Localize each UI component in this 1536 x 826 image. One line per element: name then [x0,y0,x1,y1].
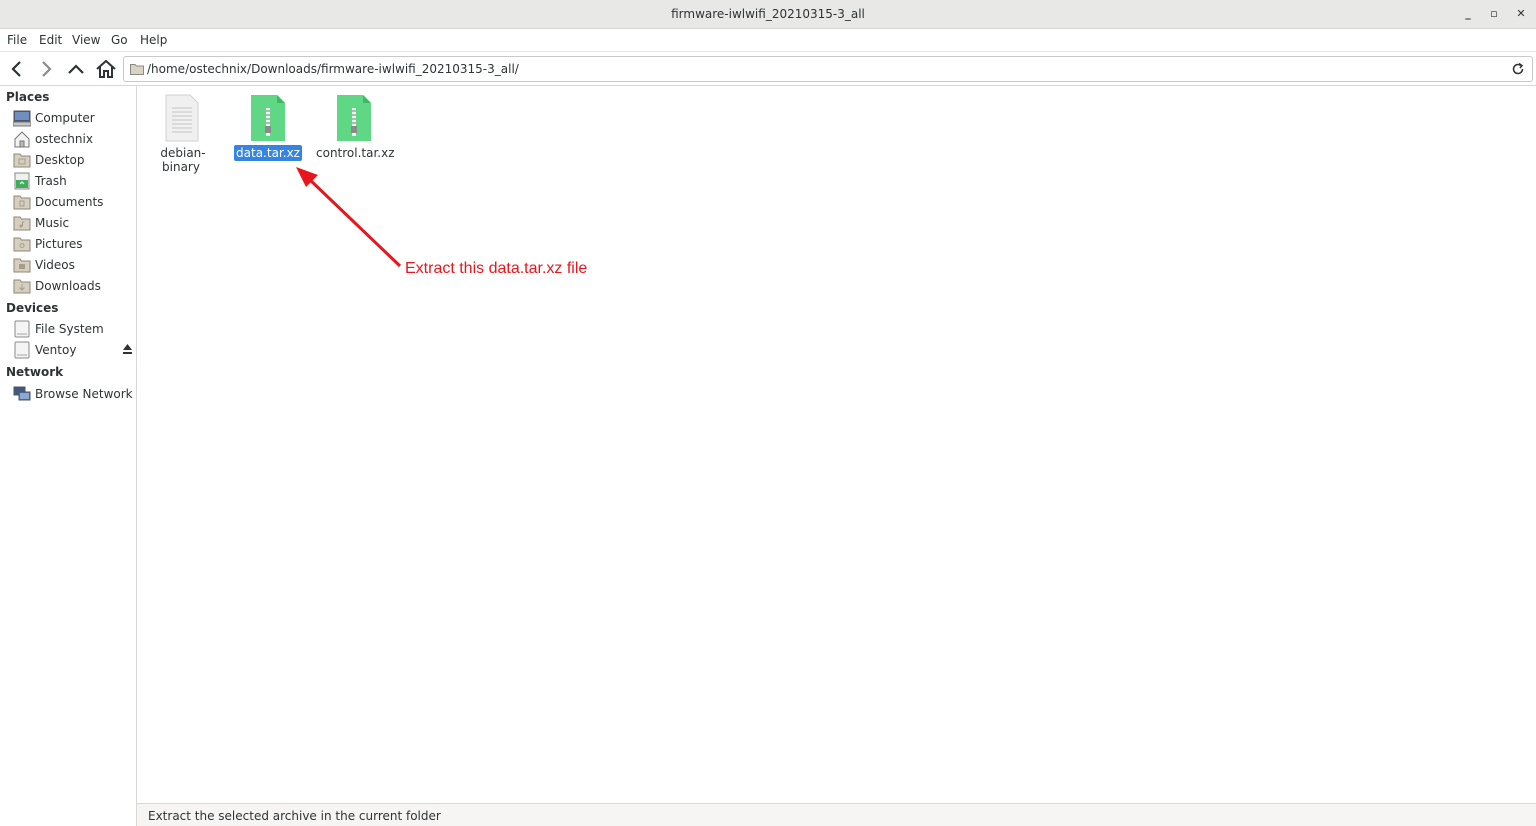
title-bar: firmware-iwlwifi_20210315-3_all _ ▫ ✕ [0,0,1536,29]
home-icon [96,59,116,78]
videos-folder-icon [13,258,31,273]
archive-icon [337,95,371,141]
annotation-callout: Extract this data.tar.xz file [405,260,588,277]
places-header: Places [6,90,50,104]
sidebar-item-downloads[interactable]: Downloads [13,276,135,296]
sidebar-item-music[interactable]: Music [13,213,135,233]
status-bar: Extract the selected archive in the curr… [137,803,1536,826]
file-item-debian-binary[interactable]: debian-binary [142,94,222,174]
sidebar-item-label: Documents [35,195,104,209]
text-file-icon [165,94,199,142]
drive-icon [14,320,30,338]
sidebar-item-label: Computer [35,111,95,125]
folder-icon [130,64,144,75]
menu-file[interactable]: File [7,33,27,47]
home-icon [14,131,30,148]
location-bar[interactable]: /home/ostechnix/Downloads/firmware-iwlwi… [123,56,1533,82]
toolbar: /home/ostechnix/Downloads/firmware-iwlwi… [0,52,1536,86]
file-name: debian-binary [160,146,206,174]
sidebar-item-documents[interactable]: Documents [13,192,135,212]
sidebar-item-label: Desktop [35,153,85,167]
sidebar-item-label: Trash [35,174,67,188]
sidebar-item-label: Browse Network [35,387,133,401]
file-item-data-tar-xz[interactable]: data.tar.xz [228,94,308,164]
menu-edit[interactable]: Edit [39,33,62,47]
sidebar-item-file-system[interactable]: File System [13,319,135,339]
file-name: control.tar.xz [316,146,395,160]
archive-icon [251,95,285,141]
sidebar-item-trash[interactable]: Trash [13,171,135,191]
status-text: Extract the selected archive in the curr… [148,809,441,823]
computer-icon [13,110,31,127]
sidebar: Places Computer ostechnix Desktop Trash … [0,86,137,826]
sidebar-item-label: File System [35,322,104,336]
menu-go[interactable]: Go [111,33,128,47]
documents-folder-icon [13,195,31,210]
sidebar-item-label: Ventoy [35,343,77,357]
maximize-button[interactable]: ▫ [1484,5,1504,23]
menu-bar: File Edit View Go Help [0,29,1536,52]
drive-icon [14,341,30,359]
forward-button[interactable] [34,57,58,81]
location-path: /home/ostechnix/Downloads/firmware-iwlwi… [147,62,519,76]
home-button[interactable] [94,57,118,81]
network-icon [13,386,31,401]
pictures-folder-icon [13,237,31,252]
devices-header: Devices [6,301,59,315]
menu-help[interactable]: Help [140,33,167,47]
sidebar-item-ostechnix[interactable]: ostechnix [13,129,135,149]
trash-icon [14,172,30,190]
sidebar-item-videos[interactable]: Videos [13,255,135,275]
sidebar-item-label: Downloads [35,279,101,293]
file-view[interactable]: debian-binary data.tar.xz control.tar.xz [137,86,1536,803]
reload-icon[interactable] [1510,61,1526,77]
up-arrow-icon [68,64,84,74]
file-item-control-tar-xz[interactable]: control.tar.xz [314,94,395,164]
eject-icon[interactable] [122,343,133,355]
network-header: Network [6,365,64,379]
sidebar-item-label: Music [35,216,70,230]
back-arrow-icon [11,61,21,77]
sidebar-item-label: ostechnix [35,132,93,146]
sidebar-item-label: Videos [35,258,75,272]
desktop-folder-icon [13,153,31,168]
sidebar-item-ventoy[interactable]: Ventoy [13,340,135,360]
up-button[interactable] [64,57,88,81]
sidebar-item-pictures[interactable]: Pictures [13,234,135,254]
sidebar-item-label: Pictures [35,237,83,251]
minimize-button[interactable]: _ [1458,5,1478,23]
file-name: data.tar.xz [234,145,302,161]
close-button[interactable]: ✕ [1511,5,1531,23]
forward-arrow-icon [42,61,52,77]
music-folder-icon [13,216,31,231]
sidebar-item-desktop[interactable]: Desktop [13,150,135,170]
menu-view[interactable]: View [72,33,100,47]
downloads-folder-icon [13,279,31,294]
window-title: firmware-iwlwifi_20210315-3_all [671,7,865,21]
back-button[interactable] [5,57,29,81]
sidebar-item-computer[interactable]: Computer [13,108,135,128]
sidebar-item-browse-network[interactable]: Browse Network [13,384,135,404]
